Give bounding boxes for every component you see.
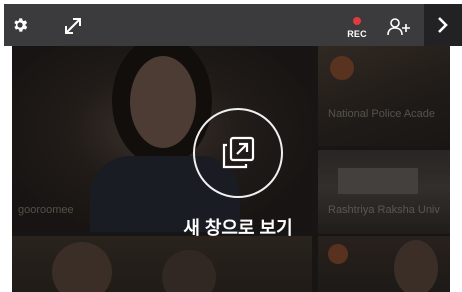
record-button[interactable]: REC xyxy=(342,16,372,44)
video-conference-window: REC gooroomee National Police Acade Rash… xyxy=(0,0,462,292)
fullscreen-button[interactable] xyxy=(62,15,84,37)
popout-label: 새 창으로 보기 xyxy=(183,218,293,238)
expand-arrows-icon xyxy=(65,18,81,34)
gear-icon xyxy=(14,18,28,32)
toolbar: REC xyxy=(4,4,424,46)
open-in-new-window-icon xyxy=(222,136,255,169)
next-panel-button[interactable] xyxy=(424,4,462,46)
chevron-right-icon xyxy=(438,17,448,33)
open-new-window-button[interactable] xyxy=(193,108,283,198)
add-person-icon xyxy=(387,18,410,36)
invite-button[interactable] xyxy=(386,16,412,38)
record-indicator xyxy=(353,17,361,25)
settings-button[interactable] xyxy=(10,15,30,35)
record-label: REC xyxy=(347,29,367,39)
